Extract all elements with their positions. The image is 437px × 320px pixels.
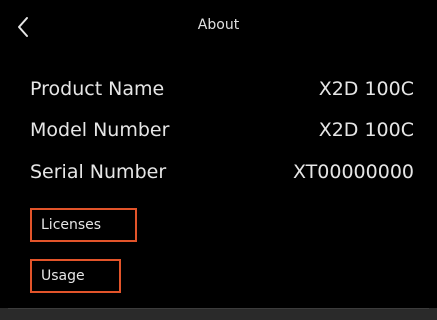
info-row-serial-number: Serial Number XT00000000	[30, 161, 414, 189]
header-bar: About	[0, 0, 437, 52]
usage-button[interactable]: Usage	[30, 259, 121, 293]
usage-button-label: Usage	[41, 268, 85, 284]
divider	[8, 308, 429, 309]
serial-number-value: XT00000000	[293, 161, 414, 183]
scroll-edge	[0, 308, 437, 320]
licenses-button[interactable]: Licenses	[30, 208, 137, 242]
product-name-label: Product Name	[30, 78, 165, 100]
page-title: About	[197, 17, 240, 33]
model-number-value: X2D 100C	[318, 119, 414, 141]
info-row-model-number: Model Number X2D 100C	[30, 119, 414, 147]
info-row-product-name: Product Name X2D 100C	[30, 78, 414, 106]
licenses-button-label: Licenses	[41, 217, 102, 233]
serial-number-label: Serial Number	[30, 161, 167, 183]
product-name-value: X2D 100C	[318, 78, 414, 100]
model-number-label: Model Number	[30, 119, 170, 141]
